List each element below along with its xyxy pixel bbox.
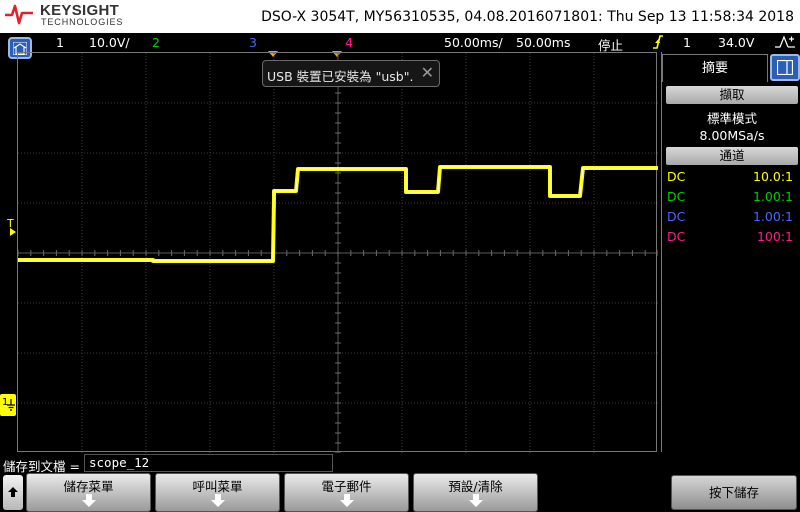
softkey-recall-menu-label: 呼叫菜單	[192, 479, 243, 494]
channel-row-1: DC 10.0:1	[667, 168, 793, 186]
channel-row-4: DC 100:1	[667, 228, 793, 246]
arrow-down-icon	[211, 494, 225, 507]
usb-message-dialog: USB 裝置已安裝為 "usb". ✕	[262, 60, 440, 87]
message-text: USB 裝置已安裝為 "usb".	[267, 69, 414, 84]
ch4-probe: 100:1	[756, 229, 793, 244]
acquire-header[interactable]: 擷取	[666, 86, 798, 104]
arrow-down-icon	[469, 494, 483, 507]
ch1-coupling: DC	[667, 169, 686, 184]
softkey-default-clear-label: 預設/清除	[448, 479, 503, 494]
sidebar-toggle-button[interactable]	[770, 54, 800, 81]
time-scale[interactable]: 50.00ms/	[444, 35, 503, 50]
ch1-probe: 10.0:1	[753, 169, 793, 184]
trigger-level[interactable]: 34.0V	[718, 35, 754, 50]
device-info: DSO-X 3054T, MY56310535, 04.08.201607180…	[261, 9, 794, 25]
ch3-label[interactable]: 3	[249, 35, 257, 50]
trigger-slope-icon[interactable]	[652, 34, 664, 53]
press-to-save-button[interactable]: 按下儲存	[671, 475, 797, 510]
summary-panel: 摘要 擷取 標準模式 8.00MSa/s 通道 DC 10.0:1 DC 1.0…	[661, 52, 800, 452]
ch4-coupling: DC	[667, 229, 686, 244]
trigger-mode-icon[interactable]	[774, 34, 796, 53]
status-bar: 1 10.0V/ 2 3 4 50.00ms/ 50.00ms 停止 1 34.…	[0, 33, 800, 53]
keysight-logo-icon	[5, 4, 33, 25]
brand-subtitle: TECHNOLOGIES	[41, 17, 124, 27]
softkey-email[interactable]: 電子郵件	[284, 473, 409, 512]
graticule	[18, 53, 658, 453]
sidebar-icon	[777, 60, 793, 75]
softkey-recall-menu[interactable]: 呼叫菜單	[155, 473, 280, 512]
trigger-level-arrow-icon	[10, 228, 16, 236]
ch1-scale[interactable]: 10.0V/	[89, 35, 130, 50]
channel-row-2: DC 1.00:1	[667, 188, 793, 206]
ch4-label[interactable]: 4	[345, 35, 353, 50]
arrow-up-icon	[8, 487, 18, 497]
ch1-label[interactable]: 1	[56, 35, 64, 50]
softkey-menu-bar: 儲存菜單 呼叫菜單 電子郵件 預設/清除 按下儲存	[0, 473, 800, 512]
ch2-coupling: DC	[667, 189, 686, 204]
ch2-probe: 1.00:1	[753, 189, 793, 204]
header-bar: KEYSIGHT TECHNOLOGIES DSO-X 3054T, MY563…	[0, 0, 800, 33]
waveform-display[interactable]	[17, 52, 658, 453]
softkey-save-menu[interactable]: 儲存菜單	[26, 473, 151, 512]
tab-summary[interactable]: 摘要	[662, 54, 768, 82]
softkey-email-label: 電子郵件	[321, 479, 372, 494]
softkey-default-clear[interactable]: 預設/清除	[413, 473, 538, 512]
ch3-probe: 1.00:1	[753, 209, 793, 224]
ch3-coupling: DC	[667, 209, 686, 224]
arrow-down-icon	[82, 494, 96, 507]
trigger-source[interactable]: 1	[683, 35, 691, 50]
close-icon[interactable]: ✕	[421, 63, 434, 82]
filename-field[interactable]: scope_12	[84, 454, 333, 472]
ground-icon	[7, 399, 15, 411]
ch1-ground-marker[interactable]: 1	[0, 394, 16, 416]
channels-header[interactable]: 通道	[666, 147, 798, 165]
channel-row-3: DC 1.00:1	[667, 208, 793, 226]
acquire-mode: 標準模式	[706, 111, 757, 126]
time-delay[interactable]: 50.00ms	[516, 35, 570, 50]
sample-rate: 8.00MSa/s	[699, 128, 765, 143]
menu-back-button[interactable]	[3, 475, 23, 510]
softkey-save-menu-label: 儲存菜單	[63, 479, 114, 494]
filename-row: 儲存到文檔 = scope_12	[0, 453, 660, 474]
arrow-down-icon	[340, 494, 354, 507]
ch2-label[interactable]: 2	[152, 35, 160, 50]
